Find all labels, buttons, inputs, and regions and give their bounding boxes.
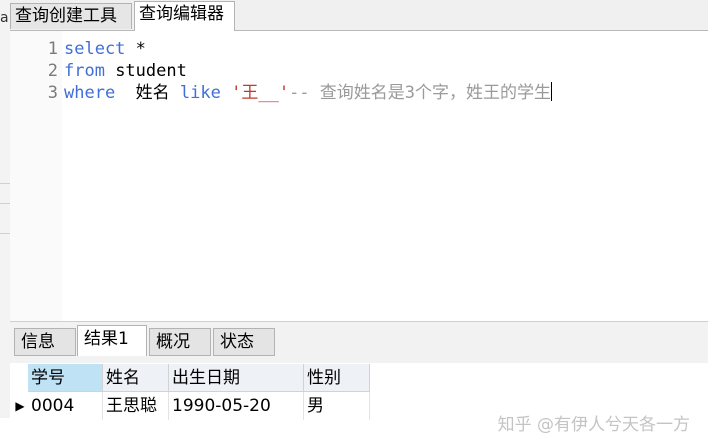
table-cell[interactable]: 1990-05-20 (169, 392, 304, 420)
code-token: student (104, 61, 187, 81)
column-header-name[interactable]: 姓名 (103, 364, 169, 392)
tab-label: 查询创建工具 (15, 6, 117, 26)
watermark-text: 知乎 @有伊人兮天各一方 (497, 415, 690, 435)
table-cell[interactable]: 男 (304, 392, 370, 420)
tab-messages[interactable]: 信息 (14, 328, 76, 356)
left-pane-divider (0, 203, 10, 204)
tab-query-builder[interactable]: 查询创建工具 (10, 3, 132, 29)
code-token: 姓名 (115, 83, 180, 103)
tab-label: 查询编辑器 (139, 4, 224, 24)
code-token: select (64, 39, 126, 59)
clipped-pane-text: a (0, 10, 9, 26)
code-token: * (125, 39, 146, 59)
table-cell[interactable]: 0004 (28, 392, 103, 420)
line-number: 2 (47, 61, 58, 81)
text-cursor (551, 82, 553, 101)
result-panel: 信息 结果1 概况 状态 学号 姓名 出生日期 性别 ▶ 0004 王思聪 19… (10, 321, 708, 435)
result-grid[interactable]: 学号 姓名 出生日期 性别 ▶ 0004 王思聪 1990-05-20 男 知乎… (10, 363, 708, 435)
tab-label: 概况 (156, 332, 190, 352)
column-header-birth-date[interactable]: 出生日期 (169, 364, 304, 392)
sql-editor[interactable]: 1 2 3 select * from student where 姓名 lik… (10, 31, 708, 321)
code-line-1[interactable]: select * (64, 38, 146, 60)
editor-tab-bar: 查询创建工具 查询编辑器 (10, 0, 708, 31)
tab-label: 结果1 (84, 329, 129, 349)
line-number: 1 (47, 39, 58, 59)
current-row-arrow-icon: ▶ (15, 399, 25, 413)
code-token: -- 查询姓名是3个字，姓王的学生 (289, 83, 552, 103)
code-token: '王__' (231, 83, 290, 103)
code-token: from (64, 61, 105, 81)
tab-label: 信息 (21, 332, 55, 352)
tab-status[interactable]: 状态 (213, 328, 275, 356)
left-pane-divider (0, 183, 10, 184)
line-number: 3 (47, 83, 58, 103)
tab-query-editor[interactable]: 查询编辑器 (134, 1, 235, 31)
code-token: where (64, 83, 116, 103)
column-header-gender[interactable]: 性别 (304, 364, 370, 392)
code-token: like (179, 83, 221, 103)
left-pane-divider (0, 233, 10, 234)
tab-profile[interactable]: 概况 (149, 328, 211, 356)
code-line-2[interactable]: from student (64, 60, 187, 82)
code-line-3[interactable]: where 姓名 like '王__'-- 查询姓名是3个字，姓王的学生 (64, 82, 553, 104)
table-cell[interactable]: 王思聪 (103, 392, 169, 420)
column-header-student-id[interactable]: 学号 (28, 364, 103, 392)
tab-label: 状态 (220, 332, 254, 352)
line-number-gutter: 1 2 3 (10, 31, 62, 321)
tab-result-1[interactable]: 结果1 (77, 325, 147, 356)
